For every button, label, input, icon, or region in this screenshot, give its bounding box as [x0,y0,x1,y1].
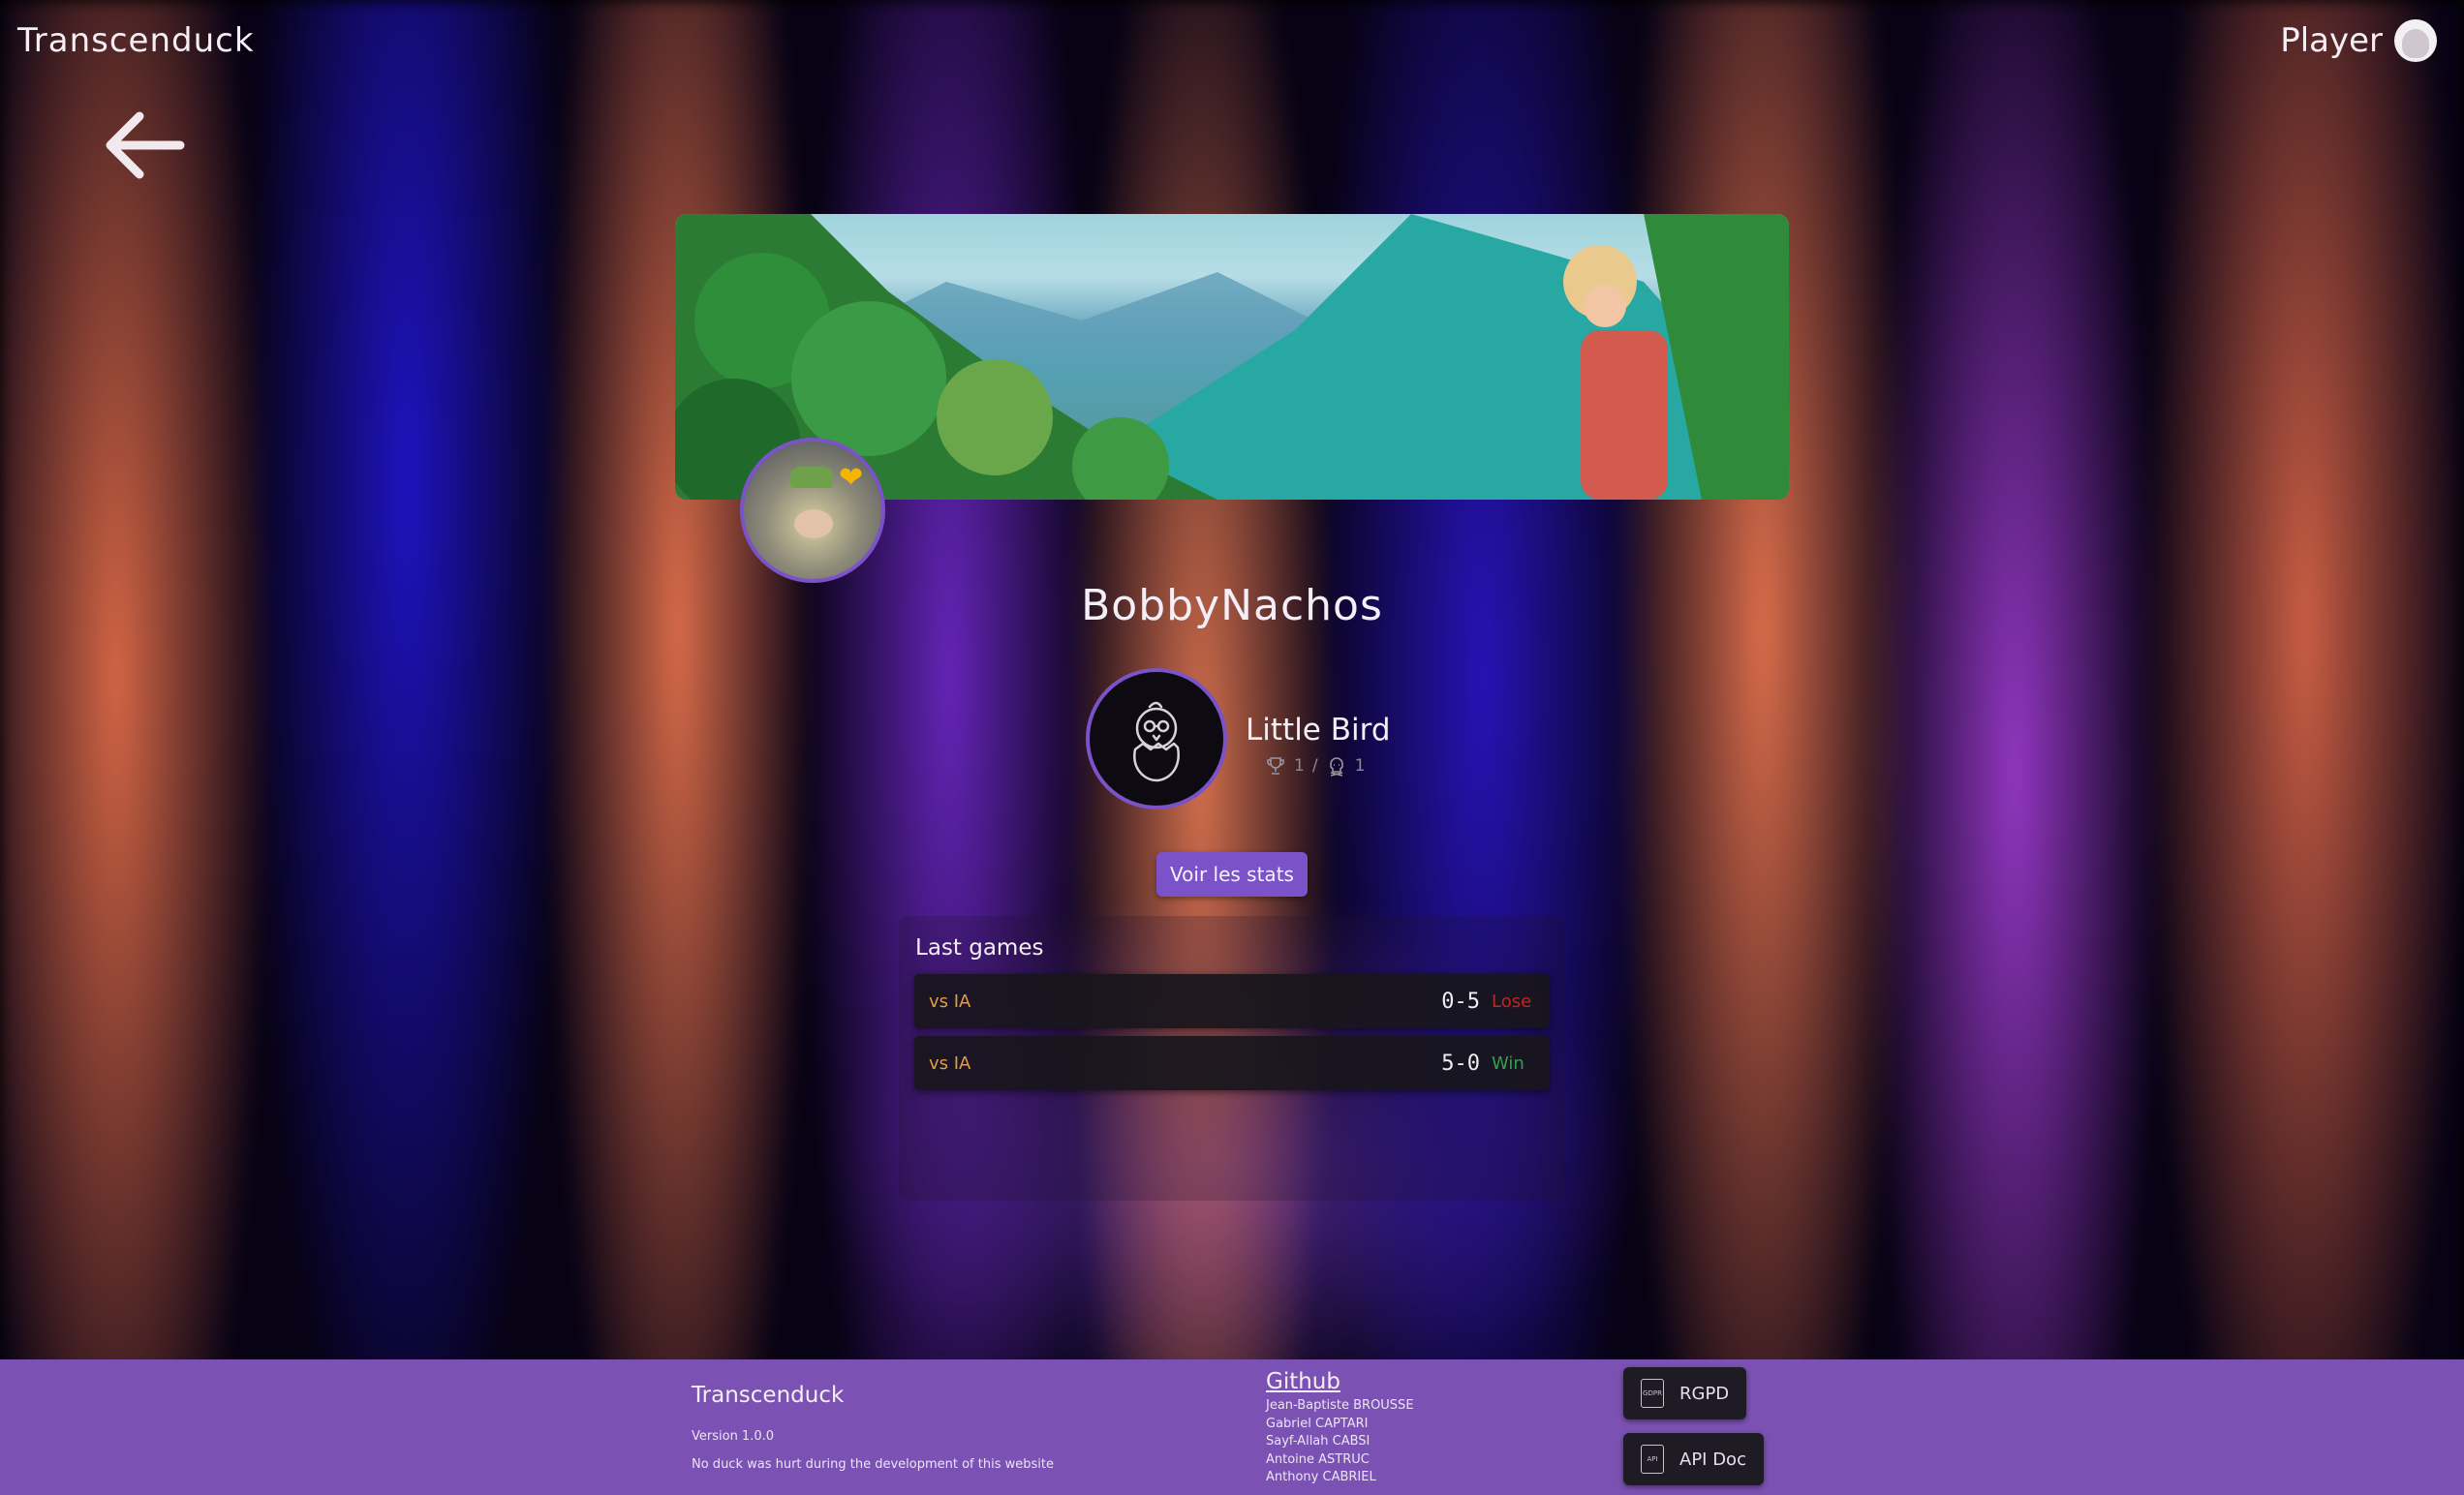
brand-title[interactable]: Transcenduck [17,21,255,60]
author-name: Sayf-Allah CABSI [1266,1434,1371,1449]
footer-version: Version 1.0.0 [692,1429,775,1444]
game-result: Lose [1492,991,1532,1012]
authors-list: Jean-Baptiste BROUSSE Gabriel CAPTARI Sa… [1266,1397,1414,1487]
rank-name: Little Bird [1246,713,1391,748]
rgpd-button[interactable]: GDPR RGPD [1623,1367,1747,1419]
avatar-hat [790,467,833,488]
rank-badge [1086,668,1227,809]
profile-avatar[interactable] [740,438,885,583]
document-icon: API [1641,1445,1664,1474]
heart-icon[interactable]: ❤ [839,461,863,495]
footer-note: No duck was hurt during the development … [692,1457,1054,1472]
game-opponent: vs IA [929,991,971,1012]
wins-count: 1 [1294,756,1305,776]
author-name: Gabriel CAPTARI [1266,1416,1369,1431]
game-score: 5-0 [1441,1051,1480,1076]
game-row[interactable]: vs IA 5-0 Win [914,1036,1550,1090]
site-footer [0,1359,2464,1495]
user-avatar-icon [2394,19,2437,62]
player-label: Player [2280,21,2383,60]
record-separator: / [1311,756,1318,776]
game-row[interactable]: vs IA 0-5 Lose [914,974,1550,1028]
arrow-left-icon [106,111,185,179]
avatar-beak [794,509,833,538]
hatching-chick-icon [1133,701,1180,782]
author-name: Antoine ASTRUC [1266,1451,1370,1467]
back-button[interactable] [101,107,188,184]
last-games-title: Last games [915,935,1044,961]
rank-record: 1 / 1 [1265,755,1365,777]
game-score: 0-5 [1441,989,1480,1014]
username: BobbyNachos [1081,581,1383,630]
footer-title: Transcenduck [692,1383,845,1408]
api-doc-label: API Doc [1679,1449,1746,1470]
skull-icon [1329,757,1343,777]
api-doc-button[interactable]: API API Doc [1623,1433,1764,1485]
losses-count: 1 [1354,756,1366,776]
view-stats-button[interactable]: Voir les stats [1156,852,1308,897]
author-name: Anthony CABRIEL [1266,1470,1376,1484]
game-result: Win [1492,1053,1525,1074]
author-name: Jean-Baptiste BROUSSE [1266,1398,1414,1413]
player-menu[interactable]: Player [2280,19,2437,62]
github-link[interactable]: Github [1266,1369,1340,1394]
rgpd-label: RGPD [1679,1383,1730,1404]
game-opponent: vs IA [929,1053,971,1074]
trophy-icon [1267,757,1284,775]
document-icon: GDPR [1641,1379,1664,1408]
